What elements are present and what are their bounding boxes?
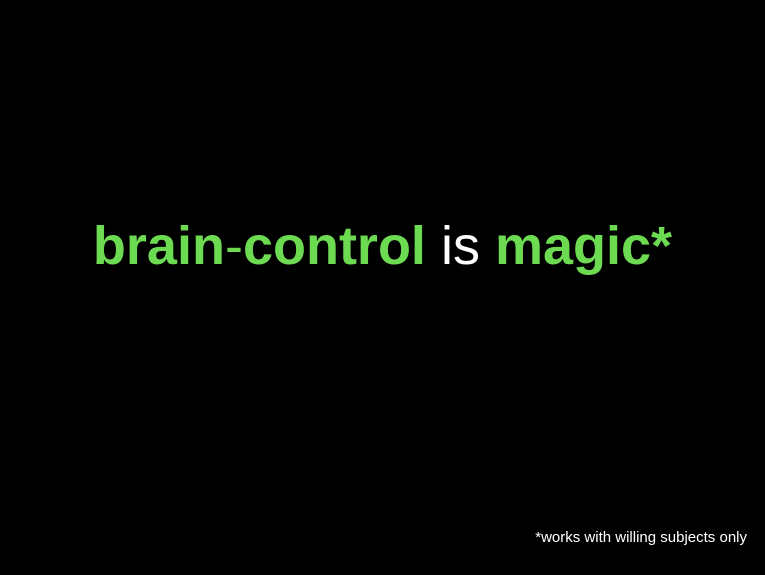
slide-headline: brain-control is magic* (0, 208, 765, 284)
headline-space (480, 216, 495, 276)
headline-hyphen: - (224, 216, 243, 276)
slide: brain-control is magic* *works with will… (0, 0, 765, 575)
footnote: *works with willing subjects only (535, 529, 747, 546)
headline-word-control: control (242, 216, 426, 276)
headline-word-brain: brain (92, 216, 225, 276)
headline-word-is: is (440, 216, 480, 276)
headline-space (426, 216, 441, 276)
headline-word-magic: magic* (494, 216, 673, 276)
